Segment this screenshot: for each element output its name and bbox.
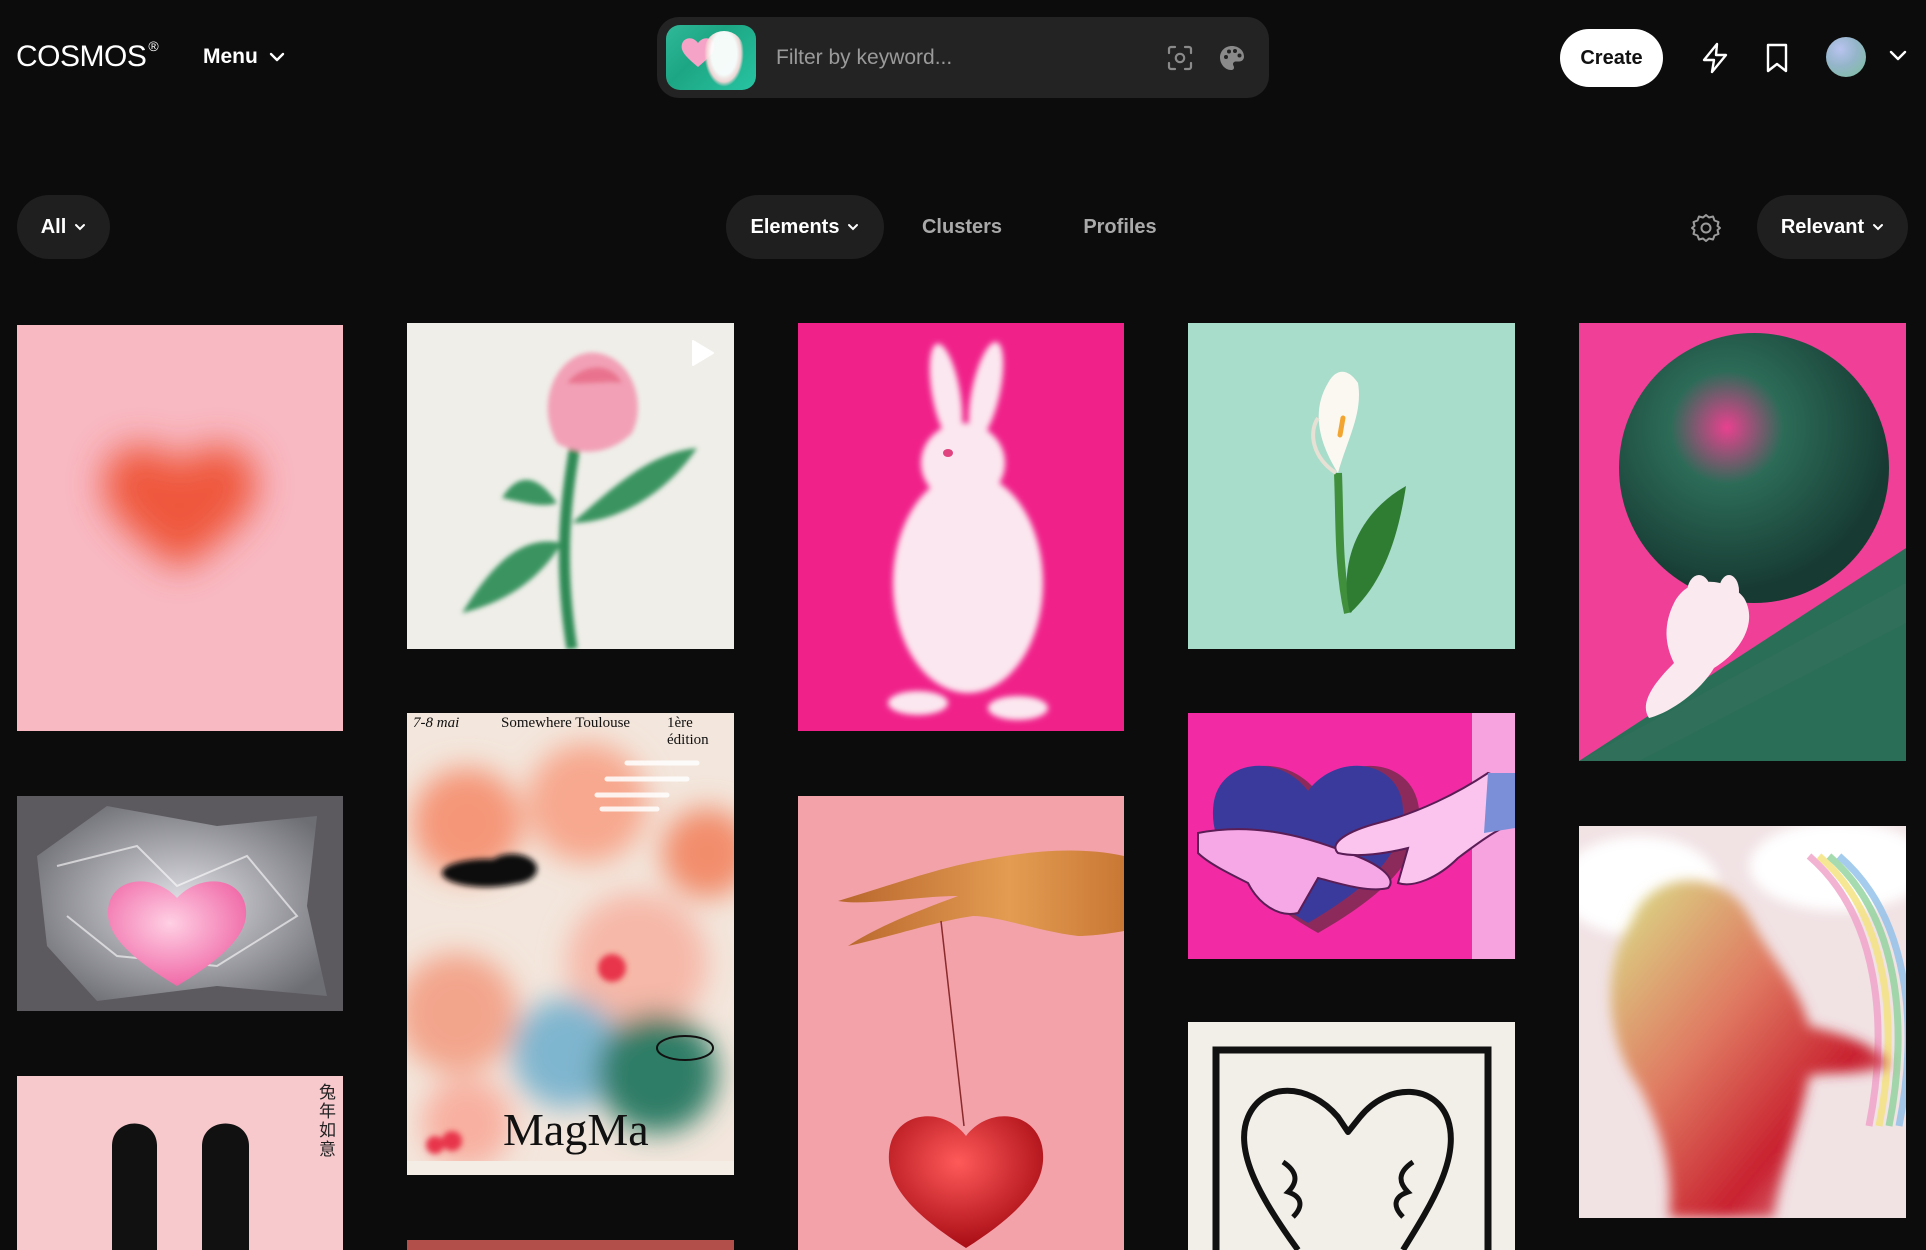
- bookmark-icon: [1766, 43, 1788, 73]
- tab-elements-label: Elements: [750, 215, 840, 238]
- magma-edition: 1ère édition: [667, 715, 709, 748]
- hand-thumbnail-graphic: [704, 31, 744, 87]
- grid-item-foil-heart[interactable]: [17, 796, 343, 1011]
- image-search-icon: [1167, 45, 1193, 70]
- grid-item-calla-lily[interactable]: [1188, 323, 1515, 649]
- search-input[interactable]: [776, 45, 1165, 70]
- grid-item-partial[interactable]: [407, 1240, 734, 1250]
- menu-label: Menu: [203, 45, 258, 68]
- sphere-figure-image: [1579, 323, 1906, 761]
- chevron-down-icon: [848, 224, 859, 231]
- scope-dropdown[interactable]: All: [17, 195, 110, 259]
- search-bar[interactable]: [657, 17, 1269, 98]
- user-avatar[interactable]: [1826, 37, 1866, 77]
- magma-event-name: Somewhere Toulouse: [501, 715, 631, 731]
- rainbow-figure-image: [1579, 826, 1906, 1218]
- cosmos-logo[interactable]: COSMOS ®: [16, 38, 159, 74]
- grid-item-magma-poster[interactable]: 7-8 mai Somewhere Toulouse 1ère édition …: [407, 713, 734, 1175]
- rabbit-ears-image: [17, 1076, 343, 1250]
- activity-button[interactable]: [1698, 41, 1732, 75]
- line-drawing-heart-image: [1188, 1022, 1515, 1250]
- scope-label: All: [40, 215, 67, 238]
- peony-image: [407, 323, 734, 649]
- rabbit-year-vertical-text: 兔年如意: [319, 1083, 336, 1160]
- grid-item-line-drawing-heart[interactable]: [1188, 1022, 1515, 1250]
- foil-heart-image: [17, 796, 343, 1011]
- grid-item-peony-video[interactable]: [407, 323, 734, 649]
- grid-item-hand-heart-yoyo[interactable]: [798, 796, 1124, 1250]
- magma-title: MagMa: [503, 1104, 649, 1155]
- tab-profiles-label: Profiles: [1083, 215, 1157, 238]
- logo-text: COSMOS: [16, 40, 147, 73]
- tab-elements[interactable]: Elements: [726, 195, 884, 259]
- grid-item-rainbow-figure[interactable]: [1579, 826, 1906, 1218]
- calla-lily-image: [1188, 323, 1515, 649]
- grid-item-sphere-figure[interactable]: [1579, 323, 1906, 761]
- sort-dropdown[interactable]: Relevant: [1757, 195, 1908, 259]
- account-chevron-down-icon[interactable]: [1888, 49, 1908, 63]
- chevron-down-icon: [1873, 224, 1884, 231]
- search-thumbnail[interactable]: [666, 25, 756, 90]
- settings-gear-icon[interactable]: [1690, 212, 1722, 244]
- create-button[interactable]: Create: [1560, 29, 1663, 87]
- magma-date: 7-8 mai: [413, 715, 460, 731]
- top-bar: COSMOS® Menu Create: [0, 0, 1926, 116]
- hand-heart-yoyo-image: [798, 796, 1124, 1250]
- heart-hands-image: [1188, 713, 1515, 959]
- chevron-down-icon: [269, 52, 285, 62]
- logo-registered-mark: ®: [148, 38, 159, 54]
- grid-item-rabbit-ears-poster[interactable]: 兔年如意: [17, 1076, 343, 1250]
- grid-item-blurred-heart[interactable]: [17, 325, 343, 731]
- grid-item-white-rabbit[interactable]: [798, 323, 1124, 731]
- tab-clusters-label: Clusters: [921, 215, 1003, 238]
- play-icon[interactable]: [689, 339, 715, 367]
- tab-profiles[interactable]: Profiles: [1064, 195, 1176, 259]
- color-search-button[interactable]: [1217, 43, 1247, 73]
- grid-item-heart-hands[interactable]: [1188, 713, 1515, 959]
- image-search-button[interactable]: [1165, 43, 1195, 73]
- menu-button[interactable]: Menu: [203, 40, 286, 74]
- chevron-down-icon: [75, 224, 86, 231]
- palette-icon: [1220, 45, 1244, 70]
- sort-label: Relevant: [1780, 215, 1865, 238]
- blurred-heart-image: [17, 325, 343, 731]
- bolt-icon: [1702, 42, 1728, 74]
- saved-button[interactable]: [1760, 41, 1794, 75]
- white-rabbit-image: [798, 323, 1124, 731]
- tab-clusters[interactable]: Clusters: [904, 195, 1020, 259]
